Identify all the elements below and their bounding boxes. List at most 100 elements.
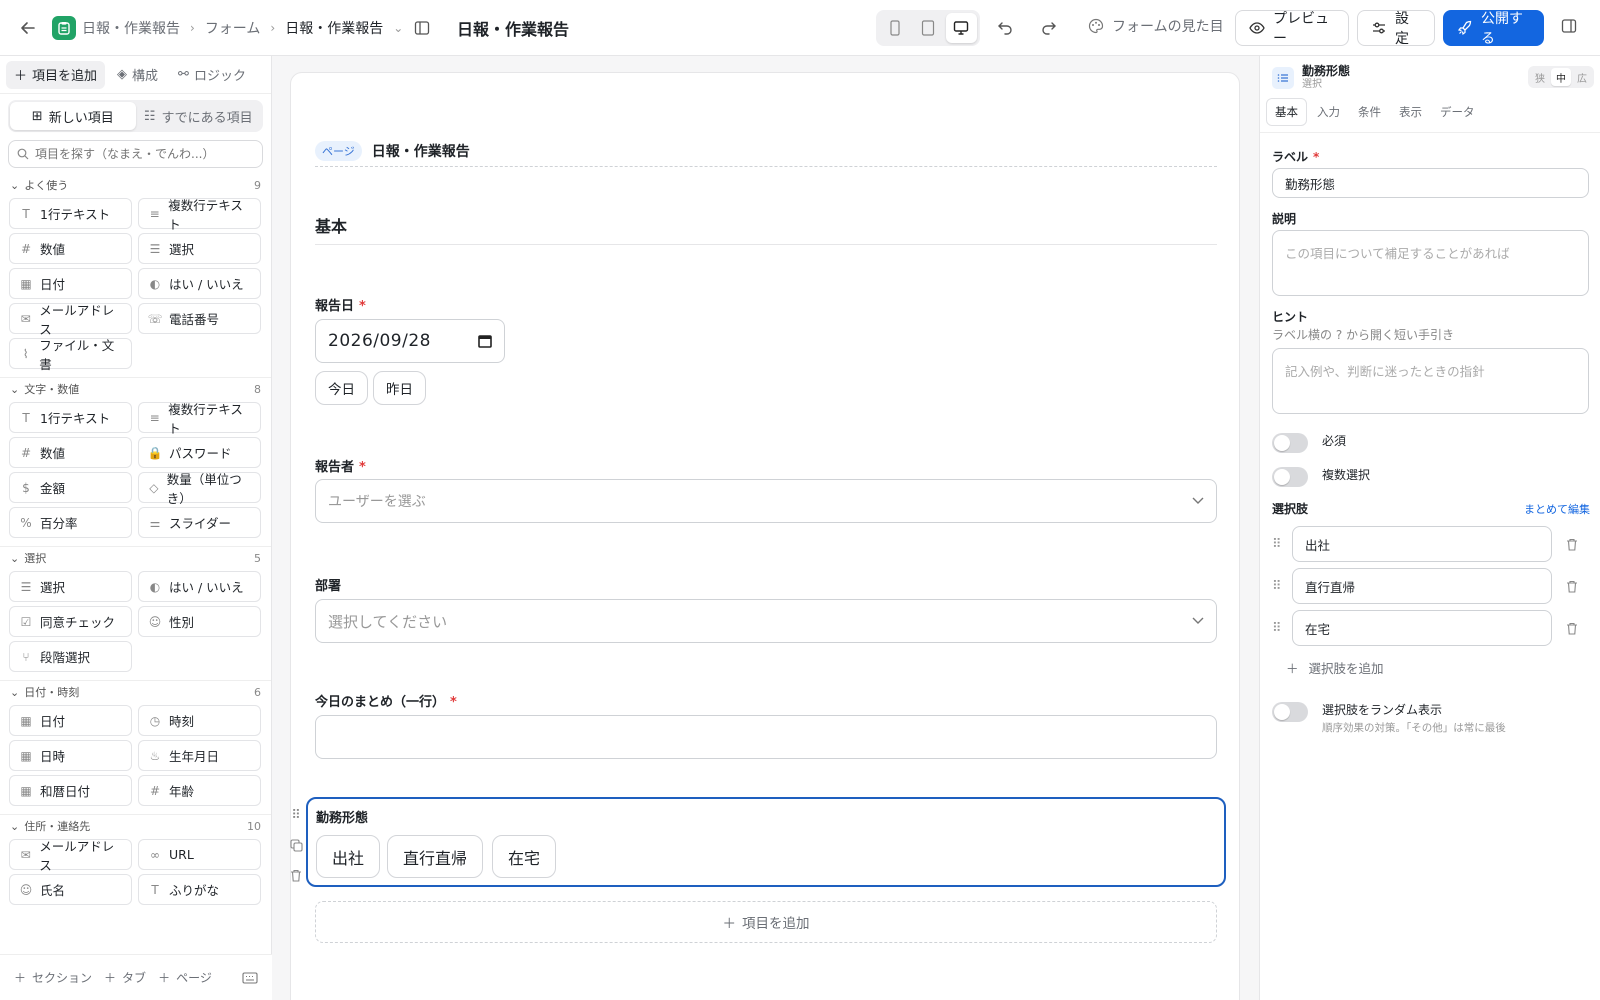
- tab-display[interactable]: 表示: [1391, 98, 1430, 126]
- back-arrow-icon[interactable]: [16, 16, 40, 40]
- summary-input[interactable]: [315, 715, 1217, 759]
- group-header[interactable]: ⌄ 選択 5: [0, 547, 271, 569]
- tab-data[interactable]: データ: [1432, 98, 1483, 126]
- description-textarea[interactable]: この項目について補足することがあれば: [1272, 230, 1589, 296]
- palette-item[interactable]: ☰ 選択: [9, 571, 132, 602]
- palette-item[interactable]: ✉ メールアドレス: [9, 839, 132, 873]
- multi-select-toggle[interactable]: [1272, 467, 1308, 487]
- palette-item[interactable]: ≡ 複数行テキスト: [138, 198, 261, 232]
- group-header[interactable]: ⌄ 文字・数値 8: [0, 378, 271, 400]
- option-input[interactable]: 在宅: [1292, 610, 1552, 646]
- palette-item[interactable]: # 年齢: [138, 775, 261, 806]
- palette-item[interactable]: ◐ はい / いいえ: [138, 571, 261, 602]
- add-tab-button[interactable]: ＋ タブ: [104, 969, 146, 986]
- preview-button[interactable]: プレビュー: [1235, 10, 1349, 47]
- drag-handle-icon[interactable]: ⠿: [1272, 579, 1292, 594]
- tab-add-field[interactable]: ＋ 項目を追加: [6, 60, 106, 89]
- department-select[interactable]: 選択してください: [315, 599, 1217, 643]
- report-date-input[interactable]: 2026/09/28: [315, 319, 505, 363]
- tab-structure[interactable]: ◈ 構成: [109, 61, 166, 89]
- add-field-button[interactable]: ＋ 項目を追加: [315, 901, 1217, 943]
- existing-items-segment[interactable]: ☷ すでにある項目: [136, 102, 262, 130]
- width-narrow[interactable]: 狭: [1530, 68, 1550, 86]
- add-section-button[interactable]: ＋ セクション: [14, 969, 92, 986]
- tab-input[interactable]: 入力: [1309, 98, 1348, 126]
- palette-item[interactable]: # 数値: [9, 437, 132, 468]
- option-input[interactable]: 出社: [1292, 526, 1552, 562]
- toggle-sidebar-icon[interactable]: [412, 18, 432, 38]
- breadcrumb-item[interactable]: 日報・作業報告: [82, 18, 180, 38]
- palette-item[interactable]: ⚌ スライダー: [138, 507, 261, 538]
- bulk-edit-link[interactable]: まとめて編集: [1524, 501, 1590, 517]
- yesterday-chip[interactable]: 昨日: [373, 371, 426, 405]
- today-chip[interactable]: 今日: [315, 371, 368, 405]
- randomize-toggle[interactable]: [1272, 702, 1308, 722]
- duplicate-icon[interactable]: [288, 837, 304, 853]
- tab-basic[interactable]: 基本: [1266, 98, 1307, 126]
- option-input[interactable]: 直行直帰: [1292, 568, 1552, 604]
- drag-handle-icon[interactable]: ⠿: [1272, 537, 1292, 552]
- settings-button[interactable]: 設定: [1357, 10, 1435, 47]
- label-input[interactable]: 勤務形態: [1272, 168, 1589, 198]
- section-title[interactable]: 基本: [315, 213, 1217, 245]
- add-option-button[interactable]: ＋ 選択肢を追加: [1286, 658, 1384, 677]
- palette-item[interactable]: ☏ 電話番号: [138, 303, 261, 334]
- palette-item[interactable]: ⑂ 段階選択: [9, 641, 132, 672]
- palette-item[interactable]: ▦ 日時: [9, 740, 132, 771]
- form-appearance-button[interactable]: フォームの見た目: [1088, 16, 1224, 36]
- work-option-direct[interactable]: 直行直帰: [387, 835, 484, 878]
- trash-icon[interactable]: [1566, 580, 1578, 593]
- palette-item[interactable]: ⌇ ファイル・文書: [9, 338, 132, 372]
- group-header[interactable]: ⌄ よく使う 9: [0, 174, 271, 196]
- palette-item[interactable]: ∞ URL: [138, 839, 261, 870]
- drag-handle-icon[interactable]: ⠿: [288, 807, 304, 823]
- palette-item[interactable]: ◷ 時刻: [138, 705, 261, 736]
- palette-item[interactable]: T ふりがな: [138, 874, 261, 905]
- toggle-right-panel-icon[interactable]: [1561, 18, 1577, 34]
- palette-item[interactable]: $ 金額: [9, 472, 132, 503]
- field-search-input[interactable]: [35, 147, 254, 161]
- tab-logic[interactable]: ⚯ ロジック: [170, 61, 254, 89]
- width-wide[interactable]: 広: [1572, 68, 1592, 86]
- page-title[interactable]: 日報・作業報告: [372, 141, 470, 161]
- work-option-office[interactable]: 出社: [316, 835, 381, 878]
- group-header[interactable]: ⌄ 住所・連絡先 10: [0, 815, 271, 837]
- trash-icon[interactable]: [1566, 622, 1578, 635]
- palette-item[interactable]: T 1行テキスト: [9, 402, 132, 433]
- work-option-remote[interactable]: 在宅: [492, 835, 557, 878]
- publish-button[interactable]: 公開する: [1443, 10, 1544, 47]
- required-toggle[interactable]: [1272, 433, 1308, 453]
- palette-item[interactable]: 🔒 パスワード: [138, 437, 261, 468]
- width-medium[interactable]: 中: [1551, 68, 1571, 86]
- hint-textarea[interactable]: 記入例や、判断に迷ったときの指針: [1272, 348, 1589, 414]
- trash-icon[interactable]: [288, 867, 304, 883]
- palette-item[interactable]: ◐ はい / いいえ: [138, 268, 261, 299]
- palette-item[interactable]: ☺ 性別: [138, 606, 261, 637]
- palette-item[interactable]: % 百分率: [9, 507, 132, 538]
- palette-item[interactable]: ▦ 和暦日付: [9, 775, 132, 806]
- palette-item[interactable]: ☰ 選択: [138, 233, 261, 264]
- palette-item[interactable]: ◇ 数量（単位つき）: [138, 472, 261, 506]
- palette-item[interactable]: ☑ 同意チェック: [9, 606, 132, 637]
- group-header[interactable]: ⌄ 日付・時刻 6: [0, 681, 271, 703]
- desktop-icon[interactable]: [945, 13, 977, 43]
- breadcrumb-item[interactable]: フォーム: [205, 18, 261, 38]
- undo-icon[interactable]: [996, 18, 1014, 36]
- chevron-down-icon[interactable]: ⌄: [393, 21, 403, 35]
- palette-item[interactable]: ♨ 生年月日: [138, 740, 261, 771]
- palette-item[interactable]: ▦ 日付: [9, 705, 132, 736]
- palette-item[interactable]: ≡ 複数行テキスト: [138, 402, 261, 436]
- keyboard-icon[interactable]: [242, 971, 258, 984]
- mobile-icon[interactable]: [879, 13, 910, 43]
- palette-item[interactable]: # 数値: [9, 233, 132, 264]
- reporter-select[interactable]: ユーザーを選ぶ: [315, 479, 1217, 523]
- palette-item[interactable]: ☺ 氏名: [9, 874, 132, 905]
- tablet-icon[interactable]: [912, 13, 943, 43]
- new-items-segment[interactable]: ⊞ 新しい項目: [10, 102, 136, 130]
- redo-icon[interactable]: [1040, 18, 1058, 36]
- tab-conditions[interactable]: 条件: [1350, 98, 1389, 126]
- trash-icon[interactable]: [1566, 538, 1578, 551]
- add-page-button[interactable]: ＋ ページ: [158, 969, 212, 986]
- palette-item[interactable]: T 1行テキスト: [9, 198, 132, 229]
- calendar-icon[interactable]: [478, 334, 492, 348]
